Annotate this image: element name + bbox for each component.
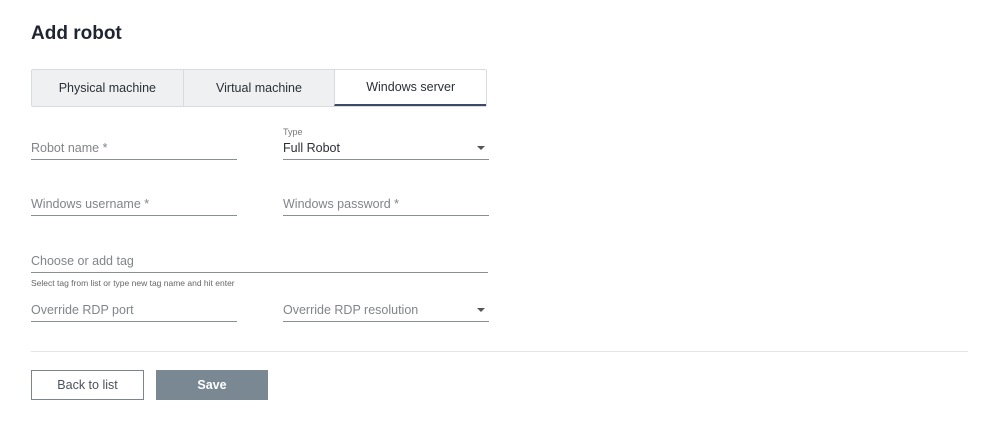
- robot-name-placeholder: Robot name *: [31, 140, 108, 155]
- save-button[interactable]: Save: [156, 370, 268, 400]
- type-field[interactable]: Type Full Robot: [283, 127, 489, 160]
- chevron-down-icon: [477, 145, 485, 150]
- tab-virtual-machine[interactable]: Virtual machine: [182, 70, 335, 106]
- rdp-resolution-field[interactable]: Override RDP resolution: [283, 298, 489, 322]
- rdp-resolution-select[interactable]: Override RDP resolution: [283, 298, 489, 322]
- windows-password-input[interactable]: Windows password *: [283, 192, 489, 216]
- tab-physical-machine[interactable]: Physical machine: [32, 70, 183, 106]
- tag-input[interactable]: Choose or add tag: [31, 249, 488, 273]
- windows-username-placeholder: Windows username *: [31, 196, 150, 211]
- rdp-port-field[interactable]: Override RDP port: [31, 298, 237, 322]
- tag-field[interactable]: Choose or add tag: [31, 249, 488, 273]
- page-title: Add robot: [31, 23, 122, 44]
- rdp-port-placeholder: Override RDP port: [31, 302, 134, 317]
- back-to-list-button[interactable]: Back to list: [31, 370, 144, 400]
- divider: [31, 351, 968, 352]
- type-select[interactable]: Full Robot: [283, 136, 489, 160]
- type-value: Full Robot: [283, 140, 340, 155]
- robot-name-field[interactable]: Robot name *: [31, 136, 237, 160]
- tag-placeholder: Choose or add tag: [31, 253, 134, 268]
- tag-hint: Select tag from list or type new tag nam…: [31, 278, 235, 288]
- rdp-port-input[interactable]: Override RDP port: [31, 298, 237, 322]
- windows-password-placeholder: Windows password *: [283, 196, 400, 211]
- robot-name-input[interactable]: Robot name *: [31, 136, 237, 160]
- chevron-down-icon: [477, 307, 485, 312]
- windows-username-input[interactable]: Windows username *: [31, 192, 237, 216]
- type-label: Type: [283, 127, 303, 137]
- windows-username-field[interactable]: Windows username *: [31, 192, 237, 216]
- tab-windows-server[interactable]: Windows server: [334, 70, 487, 106]
- machine-type-tabs: Physical machine Virtual machine Windows…: [31, 69, 487, 107]
- rdp-resolution-placeholder: Override RDP resolution: [283, 302, 419, 317]
- windows-password-field[interactable]: Windows password *: [283, 192, 489, 216]
